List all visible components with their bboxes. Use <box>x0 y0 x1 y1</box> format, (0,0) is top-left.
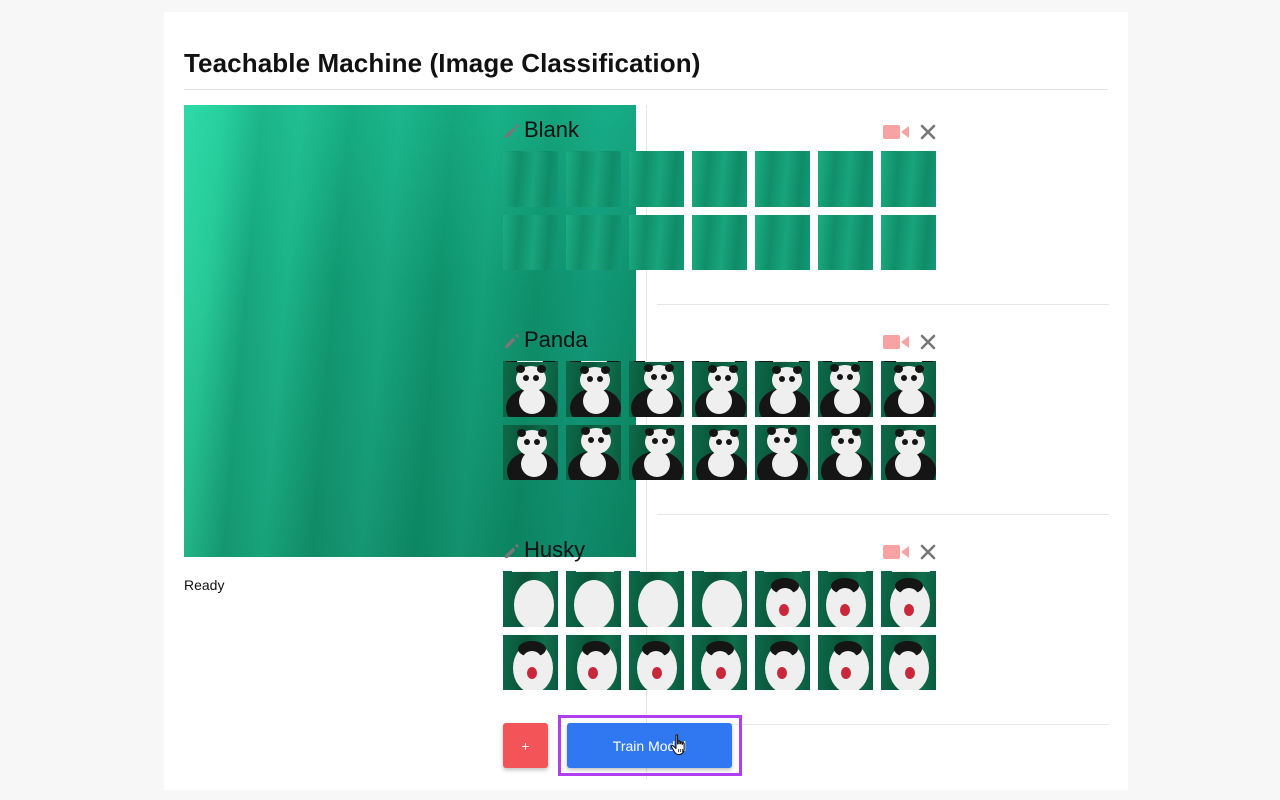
sample-thumbnail <box>629 152 684 207</box>
sample-thumbnail <box>629 362 684 417</box>
sample-thumbnails <box>503 571 939 721</box>
video-camera-icon[interactable] <box>883 544 909 560</box>
sample-thumbnail <box>629 635 684 690</box>
sample-thumbnail <box>755 152 810 207</box>
page-title: Teachable Machine (Image Classification) <box>184 48 701 78</box>
sample-thumbnail <box>818 572 873 627</box>
sample-thumbnail <box>566 152 621 207</box>
sample-thumbnail <box>566 425 621 480</box>
pencil-icon[interactable] <box>503 332 521 350</box>
sample-thumbnail <box>566 635 621 690</box>
title-divider <box>184 89 1108 90</box>
class-divider <box>657 304 1109 305</box>
sample-thumbnail <box>566 572 621 627</box>
sample-thumbnails <box>503 361 939 511</box>
sample-thumbnail <box>881 362 936 417</box>
sample-thumbnail <box>881 215 936 270</box>
sample-thumbnail <box>881 152 936 207</box>
sample-thumbnail <box>503 425 558 480</box>
sample-thumbnail <box>818 215 873 270</box>
class-divider <box>657 514 1109 515</box>
sample-thumbnail <box>755 425 810 480</box>
sample-thumbnail <box>566 215 621 270</box>
close-icon[interactable] <box>919 543 937 561</box>
sample-thumbnail <box>503 362 558 417</box>
status-text: Ready <box>184 577 225 593</box>
sample-thumbnail <box>818 362 873 417</box>
video-camera-icon[interactable] <box>883 124 909 140</box>
sample-thumbnail <box>692 152 747 207</box>
class-name[interactable]: Blank <box>524 117 579 143</box>
sample-thumbnail <box>629 425 684 480</box>
class-header: Panda <box>503 325 939 357</box>
sample-thumbnail <box>503 635 558 690</box>
sample-thumbnail <box>692 572 747 627</box>
sample-thumbnail <box>881 572 936 627</box>
sample-thumbnail <box>755 215 810 270</box>
sample-thumbnail <box>755 362 810 417</box>
class-header: Blank <box>503 115 939 147</box>
sample-thumbnail <box>503 215 558 270</box>
sample-thumbnail <box>881 635 936 690</box>
class-header: Husky <box>503 535 939 567</box>
pencil-icon[interactable] <box>503 122 521 140</box>
sample-thumbnail <box>692 215 747 270</box>
sample-thumbnails <box>503 151 939 301</box>
sample-thumbnail <box>818 635 873 690</box>
sample-thumbnail <box>629 215 684 270</box>
pencil-icon[interactable] <box>503 542 521 560</box>
sample-thumbnail <box>818 152 873 207</box>
train-model-button[interactable]: Train Model <box>567 723 732 768</box>
sample-thumbnail <box>692 362 747 417</box>
sample-thumbnail <box>881 425 936 480</box>
class-name[interactable]: Husky <box>524 537 585 563</box>
sample-thumbnail <box>818 425 873 480</box>
class-name[interactable]: Panda <box>524 327 588 353</box>
sample-thumbnail <box>503 572 558 627</box>
close-icon[interactable] <box>919 333 937 351</box>
sample-thumbnail <box>692 635 747 690</box>
add-class-button[interactable]: + <box>503 723 548 768</box>
sample-thumbnail <box>755 635 810 690</box>
close-icon[interactable] <box>919 123 937 141</box>
sample-thumbnail <box>566 362 621 417</box>
sample-thumbnail <box>755 572 810 627</box>
sample-thumbnail <box>629 572 684 627</box>
sample-thumbnail <box>692 425 747 480</box>
sample-thumbnail <box>503 152 558 207</box>
video-camera-icon[interactable] <box>883 334 909 350</box>
